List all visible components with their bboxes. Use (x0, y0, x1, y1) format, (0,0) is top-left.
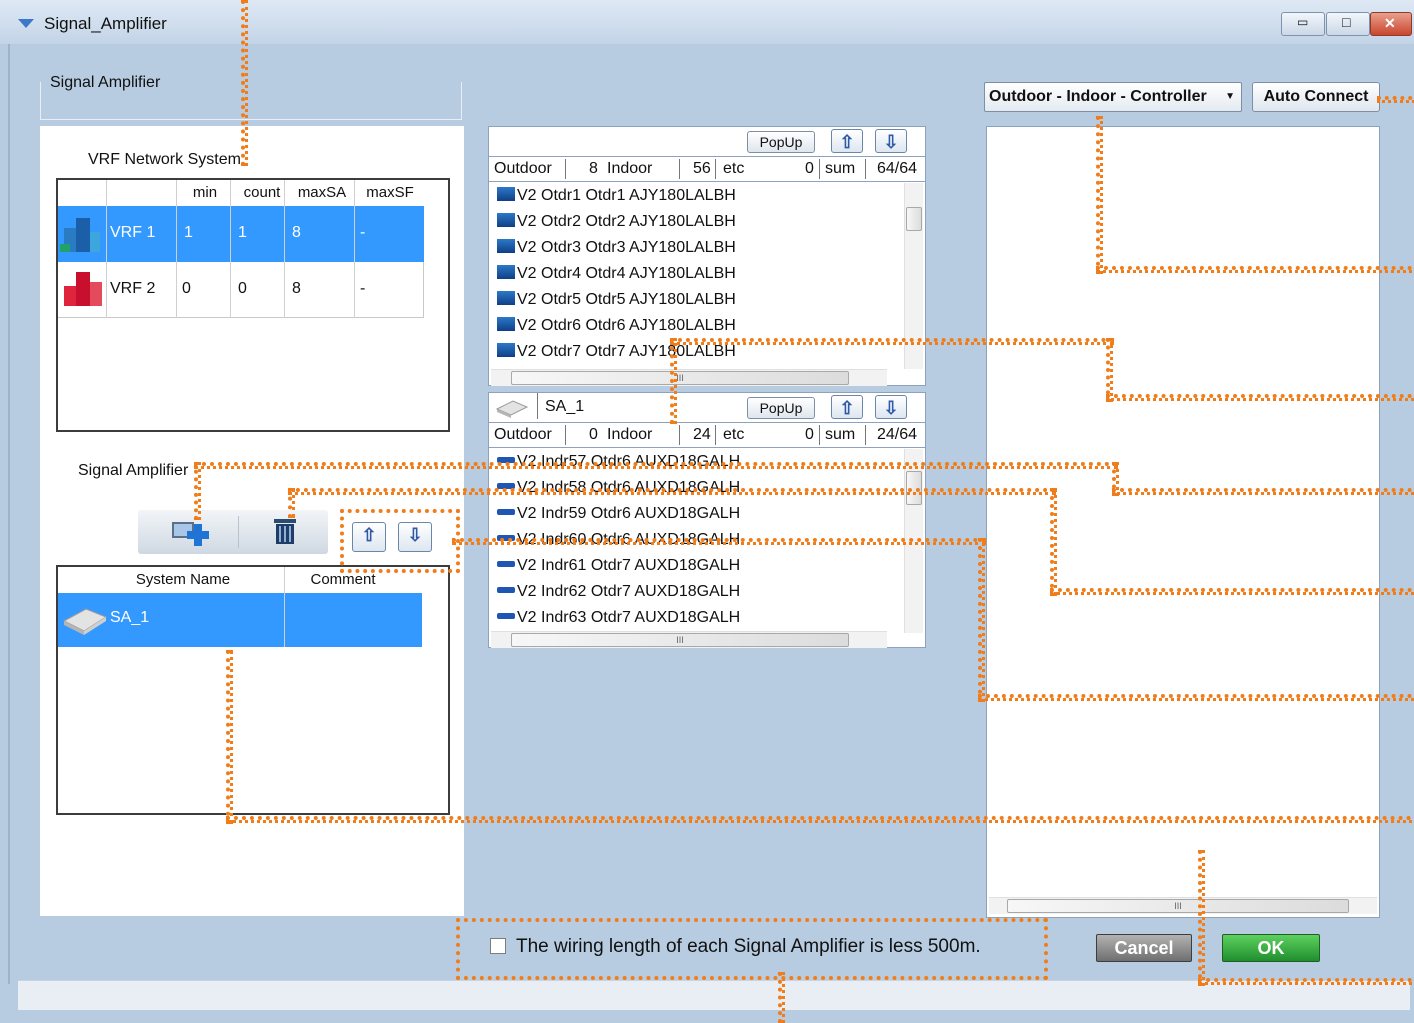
indoor-unit-item[interactable]: V2 Indr61 Otdr7 AUXD18GALH (497, 557, 740, 575)
down-arrow-icon: ⇩ (883, 132, 899, 152)
building-blue-icon (60, 218, 100, 252)
maximize-button[interactable]: □ (1326, 12, 1370, 36)
sa-list-stats: Outdoor 0 Indoor 24 etc 0 sum 24/64 (489, 422, 925, 448)
indoor-unit-item[interactable]: V2 Indr63 Otdr7 AUXD18GALH (497, 609, 740, 627)
outdoor-unit-icon (497, 265, 515, 279)
outdoor-unit-item[interactable]: V2 Otdr5 Otdr5 AJY180LALBH (497, 291, 736, 309)
col-min: min (192, 184, 218, 201)
signal-amplifier-grid: System Name Comment SA_1 (56, 565, 450, 815)
indoor-unit-icon (497, 613, 515, 619)
vrf-maxsf: - (360, 224, 366, 241)
trash-icon (274, 519, 296, 544)
popup-button[interactable]: PopUp (747, 131, 815, 153)
sa-row-1[interactable]: SA_1 (58, 593, 422, 647)
sa-toolbar (138, 510, 328, 554)
add-amplifier-icon (172, 522, 209, 546)
outdoor-unit-item[interactable]: V2 Otdr7 Otdr7 AJY180LALBH (497, 343, 736, 361)
sa-panel-name: SA_1 (545, 398, 585, 415)
window-left-border (8, 44, 10, 984)
top-list-stats: Outdoor 8 Indoor 56 etc 0 sum 64/64 (489, 156, 925, 182)
vrf-min: 1 (184, 224, 193, 241)
sa-units-panel: SA_1 PopUp ⇧ ⇩ Outdoor 0 Indoor 24 etc 0… (488, 392, 926, 648)
title-bar: Signal_Amplifier ▭ □ ✕ (0, 0, 1414, 44)
close-button[interactable]: ✕ (1370, 12, 1412, 36)
up-arrow-icon: ⇧ (839, 398, 855, 418)
signal-amplifier-device-icon (62, 608, 108, 635)
minimize-button[interactable]: ▭ (1281, 12, 1325, 36)
sa-list-down-button[interactable]: ⇩ (875, 395, 907, 419)
up-arrow-icon: ⇧ (839, 132, 855, 152)
indoor-unit-icon (497, 561, 515, 567)
vrf-count: 0 (238, 280, 247, 297)
chevron-down-icon: ▼ (1225, 91, 1235, 102)
outdoor-unit-icon (497, 187, 515, 201)
app-icon (18, 19, 34, 28)
col-maxsf: maxSF (366, 184, 414, 201)
vrf-name: VRF 2 (110, 280, 156, 297)
add-amplifier-button[interactable] (164, 514, 220, 550)
vrf-name: VRF 1 (110, 224, 156, 241)
vrf-row-1[interactable]: VRF 1 1 1 8 - (58, 206, 424, 262)
scroll-thumb[interactable]: III (511, 633, 849, 647)
signal-amplifier-device-icon (495, 400, 529, 418)
indoor-unit-item[interactable]: V2 Indr62 Otdr7 AUXD18GALH (497, 583, 740, 601)
vrf-maxsa: 8 (292, 224, 301, 241)
signal-amplifier-label: Signal Amplifier (78, 462, 189, 479)
vrf-network-label: VRF Network System (88, 151, 241, 168)
down-arrow-icon: ⇩ (883, 398, 899, 418)
indoor-unit-icon (497, 587, 515, 593)
dropdown-value: Outdoor - Indoor - Controller (989, 88, 1207, 105)
delete-amplifier-button[interactable] (268, 514, 304, 550)
col-count: count (243, 184, 281, 201)
top-list-hscroll[interactable]: III (491, 369, 887, 386)
scroll-thumb[interactable]: III (1007, 899, 1349, 913)
vrf-maxsf: - (360, 280, 366, 297)
tree-hscroll[interactable]: III (989, 897, 1377, 914)
connection-tree-panel: III (986, 126, 1380, 918)
sa-system-name: SA_1 (110, 609, 150, 626)
outdoor-unit-icon (497, 239, 515, 253)
vrf-maxsa: 8 (292, 280, 301, 297)
group-title-frame (40, 82, 462, 120)
popup-button[interactable]: PopUp (747, 397, 815, 419)
connection-mode-dropdown[interactable]: Outdoor - Indoor - Controller ▼ (984, 82, 1242, 112)
vrf-count: 1 (238, 224, 247, 241)
sa-list-hscroll[interactable]: III (491, 631, 887, 648)
top-list-down-button[interactable]: ⇩ (875, 129, 907, 153)
maximize-icon: □ (1342, 14, 1351, 30)
ok-button[interactable]: OK (1222, 934, 1320, 962)
cancel-button[interactable]: Cancel (1096, 934, 1192, 962)
outdoor-unit-item[interactable]: V2 Otdr1 Otdr1 AJY180LALBH (497, 187, 736, 205)
auto-connect-button[interactable]: Auto Connect (1252, 82, 1380, 112)
vrf-row-2[interactable]: VRF 2 0 0 8 - (58, 262, 424, 318)
outdoor-unit-icon (497, 343, 515, 357)
close-icon: ✕ (1384, 15, 1396, 31)
scroll-thumb[interactable] (906, 207, 922, 231)
all-units-panel: PopUp ⇧ ⇩ Outdoor 8 Indoor 56 etc 0 sum … (488, 126, 926, 386)
scroll-thumb[interactable]: III (511, 371, 849, 385)
outdoor-unit-item[interactable]: V2 Otdr3 Otdr3 AJY180LALBH (497, 239, 736, 257)
window-title: Signal_Amplifier (44, 14, 167, 33)
indoor-unit-item[interactable]: V2 Indr59 Otdr6 AUXD18GALH (497, 505, 740, 523)
minimize-icon: ▭ (1297, 15, 1309, 29)
outdoor-unit-item[interactable]: V2 Otdr4 Otdr4 AJY180LALBH (497, 265, 736, 283)
vrf-network-grid: min count maxSA maxSF VRF 1 1 1 8 - VRF … (56, 178, 450, 432)
indoor-unit-icon (497, 509, 515, 515)
building-red-icon (64, 272, 102, 306)
vrf-min: 0 (182, 280, 191, 297)
outdoor-unit-icon (497, 213, 515, 227)
top-list-up-button[interactable]: ⇧ (831, 129, 863, 153)
col-system-name: System Name (135, 571, 231, 588)
outdoor-unit-item[interactable]: V2 Otdr2 Otdr2 AJY180LALBH (497, 213, 736, 231)
outdoor-unit-item[interactable]: V2 Otdr6 Otdr6 AJY180LALBH (497, 317, 736, 335)
sa-list-up-button[interactable]: ⇧ (831, 395, 863, 419)
outdoor-unit-icon (497, 317, 515, 331)
outdoor-unit-icon (497, 291, 515, 305)
col-maxsa: maxSA (297, 184, 347, 201)
